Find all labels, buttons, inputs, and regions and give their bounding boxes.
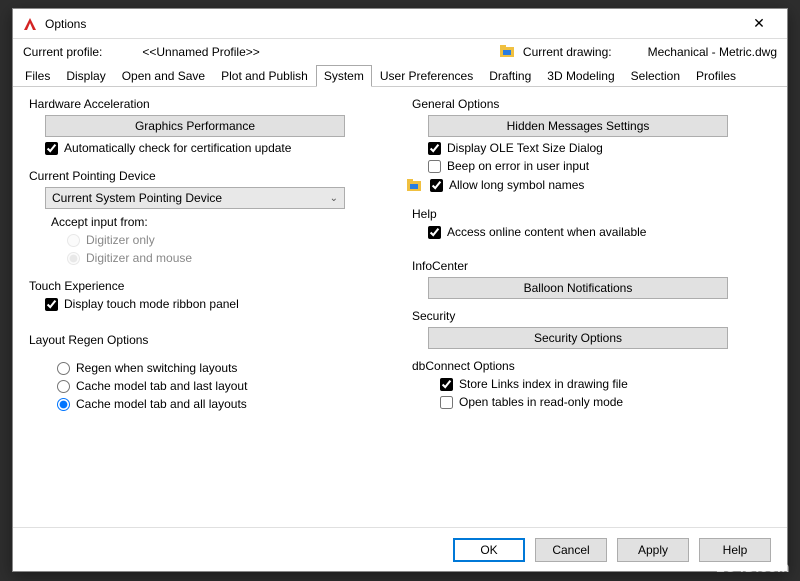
tab-profiles[interactable]: Profiles — [688, 65, 744, 86]
cache-all-radio[interactable]: Cache model tab and all layouts — [57, 397, 390, 411]
help-button[interactable]: Help — [699, 538, 771, 562]
graphics-performance-button[interactable]: Graphics Performance — [45, 115, 345, 137]
long-symbol-checkbox[interactable] — [430, 179, 443, 192]
apply-button[interactable]: Apply — [617, 538, 689, 562]
dialog-footer: OK Cancel Apply Help — [13, 527, 787, 571]
group-title: Help — [410, 207, 773, 221]
group-title: Security — [410, 309, 773, 323]
tab-display[interactable]: Display — [58, 65, 113, 86]
options-dialog: Options ✕ Current profile: <<Unnamed Pro… — [12, 8, 788, 572]
group-layout-regen: Layout Regen Options Regen when switchin… — [27, 333, 390, 415]
tab-system[interactable]: System — [316, 65, 372, 87]
group-title: InfoCenter — [410, 259, 773, 273]
group-help: Help Access online content when availabl… — [410, 207, 773, 243]
auto-certification-checkbox[interactable] — [45, 142, 58, 155]
balloon-notifications-button[interactable]: Balloon Notifications — [428, 277, 728, 299]
beep-error-check[interactable]: Beep on error in user input — [428, 159, 773, 173]
digitizer-mouse-radio: Digitizer and mouse — [45, 251, 390, 265]
accept-input-label: Accept input from: — [51, 215, 390, 229]
cache-last-radio[interactable]: Cache model tab and last layout — [57, 379, 390, 393]
regen-switch-radio[interactable]: Regen when switching layouts — [57, 361, 390, 375]
group-title: Layout Regen Options — [27, 333, 390, 347]
group-hardware-accel: Hardware Acceleration Graphics Performan… — [27, 97, 390, 159]
tab-drafting[interactable]: Drafting — [481, 65, 539, 86]
long-symbol-row: Allow long symbol names — [406, 177, 773, 193]
app-icon — [21, 15, 39, 33]
group-title: dbConnect Options — [410, 359, 773, 373]
drawing-value: Mechanical - Metric.dwg — [648, 45, 777, 59]
security-options-button[interactable]: Security Options — [428, 327, 728, 349]
online-content-check[interactable]: Access online content when available — [428, 225, 773, 239]
digitizer-only-radio: Digitizer only — [45, 233, 390, 247]
tab-3d-modeling[interactable]: 3D Modeling — [539, 65, 622, 86]
tab-content: Hardware Acceleration Graphics Performan… — [13, 87, 787, 527]
group-general: General Options Hidden Messages Settings… — [410, 97, 773, 197]
auto-certification-check[interactable]: Automatically check for certification up… — [45, 141, 390, 155]
drawing-file-icon — [406, 177, 422, 193]
cancel-button[interactable]: Cancel — [535, 538, 607, 562]
touch-ribbon-checkbox[interactable] — [45, 298, 58, 311]
tab-open-and-save[interactable]: Open and Save — [114, 65, 213, 86]
group-security: Security Security Options — [410, 309, 773, 349]
drawing-file-icon — [499, 43, 517, 61]
ok-button[interactable]: OK — [453, 538, 525, 562]
group-dbconnect: dbConnect Options Store Links index in d… — [410, 359, 773, 413]
profile-value: <<Unnamed Profile>> — [142, 45, 259, 59]
group-title: Hardware Acceleration — [27, 97, 390, 111]
tab-plot-and-publish[interactable]: Plot and Publish — [213, 65, 316, 86]
watermark: LO4D.com — [716, 559, 790, 575]
store-links-check[interactable]: Store Links index in drawing file — [440, 377, 773, 391]
drawing-label: Current drawing: — [523, 45, 612, 59]
group-pointing-device: Current Pointing Device Current System P… — [27, 169, 390, 269]
readonly-tables-check[interactable]: Open tables in read-only mode — [440, 395, 773, 409]
profile-row: Current profile: <<Unnamed Profile>> Cur… — [13, 39, 787, 65]
close-button[interactable]: ✕ — [739, 15, 779, 32]
left-column: Hardware Acceleration Graphics Performan… — [27, 97, 390, 521]
window-title: Options — [45, 17, 739, 31]
tab-selection[interactable]: Selection — [623, 65, 688, 86]
tabs-row: FilesDisplayOpen and SavePlot and Publis… — [13, 65, 787, 87]
group-touch: Touch Experience Display touch mode ribb… — [27, 279, 390, 315]
group-infocenter: InfoCenter Balloon Notifications — [410, 259, 773, 299]
pointing-device-select[interactable]: Current System Pointing Device ⌄ — [45, 187, 345, 209]
ole-text-size-check[interactable]: Display OLE Text Size Dialog — [428, 141, 773, 155]
tab-files[interactable]: Files — [17, 65, 58, 86]
title-bar: Options ✕ — [13, 9, 787, 39]
group-title: General Options — [410, 97, 773, 111]
profile-label: Current profile: — [23, 45, 102, 59]
tab-user-preferences[interactable]: User Preferences — [372, 65, 481, 86]
group-title: Touch Experience — [27, 279, 390, 293]
hidden-messages-button[interactable]: Hidden Messages Settings — [428, 115, 728, 137]
chevron-down-icon: ⌄ — [330, 193, 338, 204]
group-title: Current Pointing Device — [27, 169, 390, 183]
right-column: General Options Hidden Messages Settings… — [410, 97, 773, 521]
touch-ribbon-check[interactable]: Display touch mode ribbon panel — [45, 297, 390, 311]
